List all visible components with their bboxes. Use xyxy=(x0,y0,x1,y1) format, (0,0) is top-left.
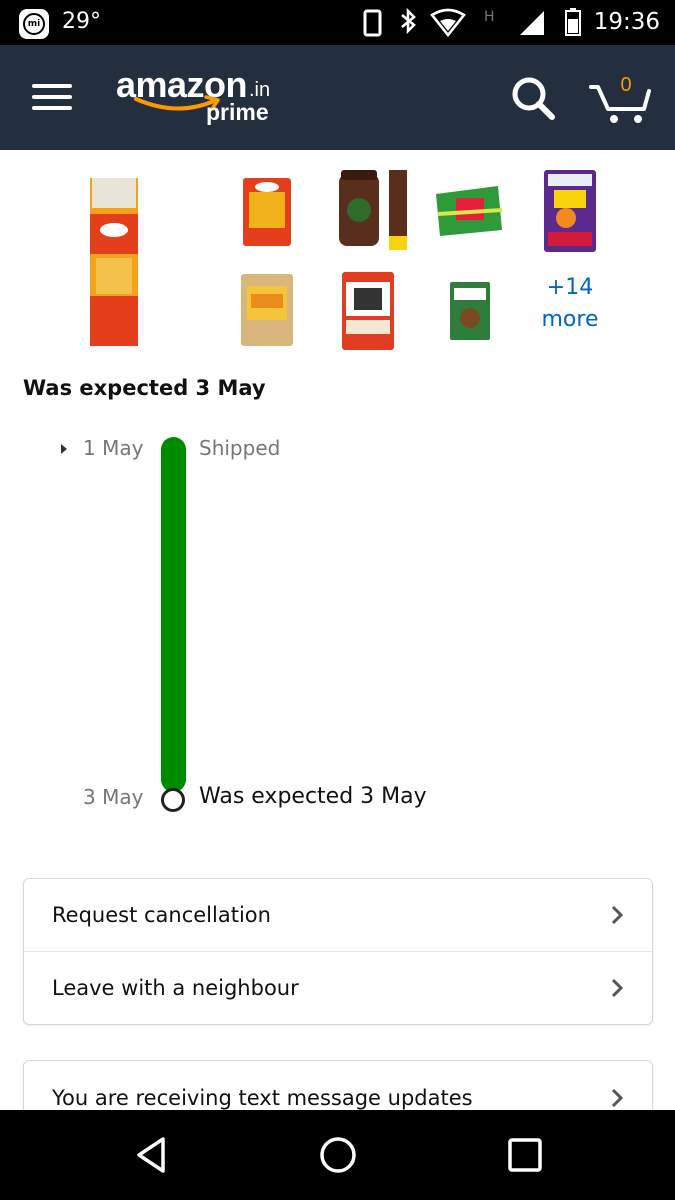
product-image-coffee[interactable] xyxy=(337,170,409,252)
mi-app-icon: mi xyxy=(19,9,49,39)
text-updates-label: You are receiving text message updates xyxy=(52,1086,473,1110)
network-type-text: H xyxy=(484,9,495,25)
home-icon[interactable] xyxy=(318,1135,358,1175)
cart-button[interactable]: 0 xyxy=(588,73,652,125)
timeline-start-date: 1 May xyxy=(83,436,144,460)
delivery-status-heading: Was expected 3 May xyxy=(23,376,266,400)
app-header: amazon .in prime 0 xyxy=(0,45,675,150)
amazon-prime-logo[interactable]: amazon .in prime xyxy=(116,65,286,135)
product-image-spaghetti[interactable] xyxy=(90,178,138,346)
temperature: 29° xyxy=(62,9,101,34)
product-image-tea[interactable] xyxy=(450,282,490,340)
product-image-turmeric[interactable] xyxy=(241,274,293,346)
more-items-label: more xyxy=(541,307,599,332)
leave-with-neighbour-label: Leave with a neighbour xyxy=(52,976,299,1000)
vibrate-icon xyxy=(363,9,382,37)
chevron-right-icon xyxy=(611,905,624,925)
recent-apps-icon[interactable] xyxy=(505,1135,545,1175)
timeline-start-status: Shipped xyxy=(199,436,281,460)
order-items: +14 more xyxy=(0,150,675,360)
chevron-right-icon xyxy=(611,1088,624,1108)
product-image-scrub-pad[interactable] xyxy=(434,184,504,238)
bluetooth-icon xyxy=(401,7,416,35)
more-items-link[interactable]: +14 more xyxy=(528,272,612,336)
timeline-end-date: 3 May xyxy=(83,785,144,809)
chevron-right-icon xyxy=(611,978,624,998)
expand-caret-icon[interactable] xyxy=(61,444,67,454)
product-image-cumin[interactable] xyxy=(342,272,394,350)
product-image-bournvita[interactable] xyxy=(544,170,596,252)
leave-with-neighbour-row[interactable]: Leave with a neighbour xyxy=(24,952,652,1024)
signal-icon xyxy=(520,11,544,35)
hamburger-menu-icon[interactable] xyxy=(32,82,72,112)
search-icon[interactable] xyxy=(510,75,556,121)
back-icon[interactable] xyxy=(131,1135,171,1175)
timeline-end-status: Was expected 3 May xyxy=(199,784,427,809)
request-cancellation-row[interactable]: Request cancellation xyxy=(24,879,652,952)
status-bar: mi 29° H 19:36 xyxy=(0,0,675,45)
timeline-end-node xyxy=(161,788,185,812)
status-icons: H xyxy=(363,7,581,38)
request-cancellation-label: Request cancellation xyxy=(52,903,271,927)
cart-count: 0 xyxy=(620,74,632,96)
logo-prime: prime xyxy=(206,99,269,125)
system-nav-bar xyxy=(0,1110,675,1200)
timeline-progress-bar xyxy=(161,437,186,792)
product-image-pasta[interactable] xyxy=(243,178,291,246)
more-items-count: +14 xyxy=(546,275,594,300)
order-actions-card: Request cancellation Leave with a neighb… xyxy=(23,878,653,1025)
clock: 19:36 xyxy=(593,9,660,35)
